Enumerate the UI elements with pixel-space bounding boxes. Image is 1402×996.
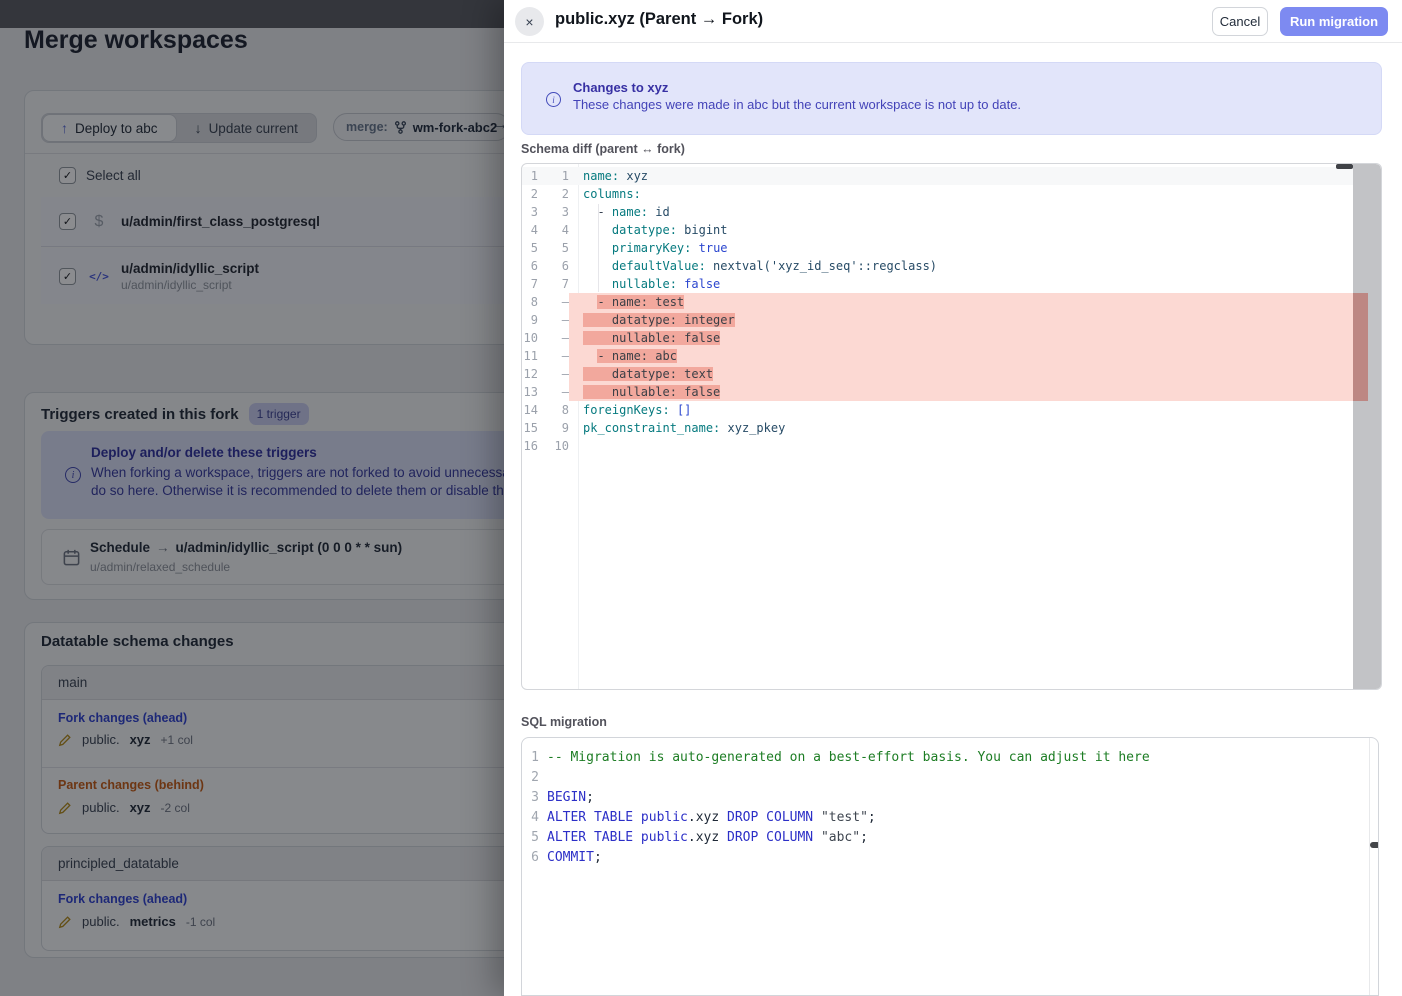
schema-diff-lines: 11name: xyz22columns:33 - name: id44 dat…	[522, 167, 1381, 455]
code-line: 6COMMIT;	[522, 848, 1378, 868]
banner-title: Changes to xyz	[573, 80, 668, 95]
sql-migration-lines: 1-- Migration is auto-generated on a bes…	[522, 748, 1378, 868]
code-line: 77 nullable: false	[522, 275, 1381, 293]
code-line: 44 datatype: bigint	[522, 221, 1381, 239]
sql-scrollbar-track	[1369, 738, 1370, 995]
changes-info-banner: i Changes to xyz These changes were made…	[521, 62, 1382, 135]
code-line: 8— - name: test	[522, 293, 1381, 311]
sql-migration-editor[interactable]: 1-- Migration is auto-generated on a bes…	[521, 737, 1379, 996]
sql-scrollbar-thumb[interactable]	[1370, 842, 1379, 848]
drawer-title: public.xyz (Parent → Fork)	[555, 10, 763, 29]
code-line: 66 defaultValue: nextval('xyz_id_seq'::r…	[522, 257, 1381, 275]
code-line: 2	[522, 768, 1378, 788]
code-line: 1610	[522, 437, 1381, 455]
code-line: 148foreignKeys: []	[522, 401, 1381, 419]
sql-migration-label: SQL migration	[521, 715, 607, 729]
code-line: 11name: xyz	[522, 167, 1381, 185]
diff-scrollbar-thumb[interactable]	[1336, 164, 1353, 169]
schema-diff-label: Schema diff (parent ↔ fork)	[521, 142, 685, 156]
code-line: 55 primaryKey: true	[522, 239, 1381, 257]
code-line: 1-- Migration is auto-generated on a bes…	[522, 748, 1378, 768]
diff-scrollbar-track[interactable]	[1353, 164, 1381, 689]
migration-drawer: × public.xyz (Parent → Fork) Cancel Run …	[504, 0, 1402, 996]
cancel-button[interactable]: Cancel	[1212, 7, 1268, 36]
code-line: 11— - name: abc	[522, 347, 1381, 365]
code-line: 9— datatype: integer	[522, 311, 1381, 329]
diff-deleted-marker	[1353, 293, 1368, 401]
code-line: 5ALTER TABLE public.xyz DROP COLUMN "abc…	[522, 828, 1378, 848]
code-line: 13— nullable: false	[522, 383, 1381, 401]
info-icon: i	[546, 92, 561, 107]
code-line: 33 - name: id	[522, 203, 1381, 221]
code-line: 10— nullable: false	[522, 329, 1381, 347]
code-line: 4ALTER TABLE public.xyz DROP COLUMN "tes…	[522, 808, 1378, 828]
drawer-header: × public.xyz (Parent → Fork) Cancel Run …	[504, 0, 1402, 43]
code-line: 12— datatype: text	[522, 365, 1381, 383]
screen: Merge workspaces ↑ Deploy to abc ↓ Updat…	[0, 0, 1402, 996]
code-line: 22columns:	[522, 185, 1381, 203]
code-line: 3BEGIN;	[522, 788, 1378, 808]
schema-diff-editor[interactable]: 11name: xyz22columns:33 - name: id44 dat…	[521, 163, 1382, 690]
code-line: 159pk_constraint_name: xyz_pkey	[522, 419, 1381, 437]
run-migration-button[interactable]: Run migration	[1280, 7, 1388, 36]
banner-body: These changes were made in abc but the c…	[573, 97, 1021, 112]
close-button[interactable]: ×	[515, 7, 544, 36]
